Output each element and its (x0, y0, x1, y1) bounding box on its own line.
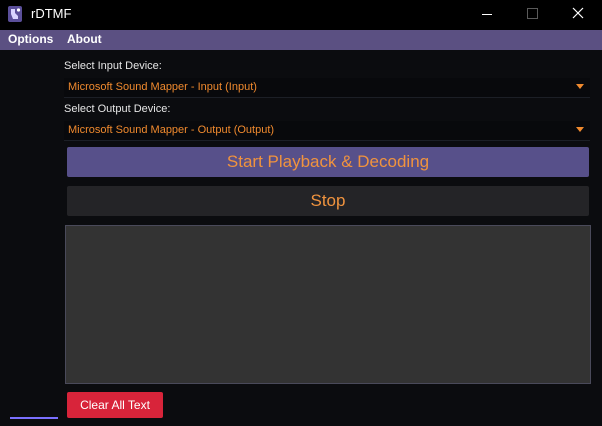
maximize-icon (527, 8, 538, 19)
stop-button[interactable]: Stop (67, 186, 589, 216)
clear-all-text-label: Clear All Text (80, 398, 150, 412)
close-icon (572, 7, 584, 19)
app-icon (7, 5, 23, 23)
start-playback-button[interactable]: Start Playback & Decoding (67, 147, 589, 177)
input-device-label: Select Input Device: (64, 60, 162, 72)
start-playback-label: Start Playback & Decoding (226, 152, 430, 171)
accent-divider (10, 417, 58, 419)
menu-bar: Options About (0, 30, 602, 50)
output-device-label: Select Output Device: (64, 103, 171, 115)
input-device-value: Microsoft Sound Mapper - Input (Input) (68, 81, 257, 93)
input-device-select[interactable]: Microsoft Sound Mapper - Input (Input) (64, 78, 590, 98)
stop-label: Stop (310, 191, 346, 210)
menu-options[interactable]: Options (8, 32, 53, 46)
window-title: rDTMF (31, 6, 72, 21)
close-button[interactable] (556, 0, 602, 30)
maximize-button[interactable] (510, 0, 556, 30)
decoded-output-textarea[interactable] (65, 225, 591, 384)
title-bar[interactable]: rDTMF (0, 0, 602, 30)
chevron-down-icon (576, 127, 584, 132)
chevron-down-icon (576, 84, 584, 89)
minimize-icon (482, 14, 492, 15)
menu-about[interactable]: About (67, 32, 102, 46)
minimize-button[interactable] (464, 0, 510, 30)
clear-all-text-button[interactable]: Clear All Text (67, 392, 163, 418)
output-device-value: Microsoft Sound Mapper - Output (Output) (68, 124, 275, 136)
output-device-select[interactable]: Microsoft Sound Mapper - Output (Output) (64, 121, 590, 141)
